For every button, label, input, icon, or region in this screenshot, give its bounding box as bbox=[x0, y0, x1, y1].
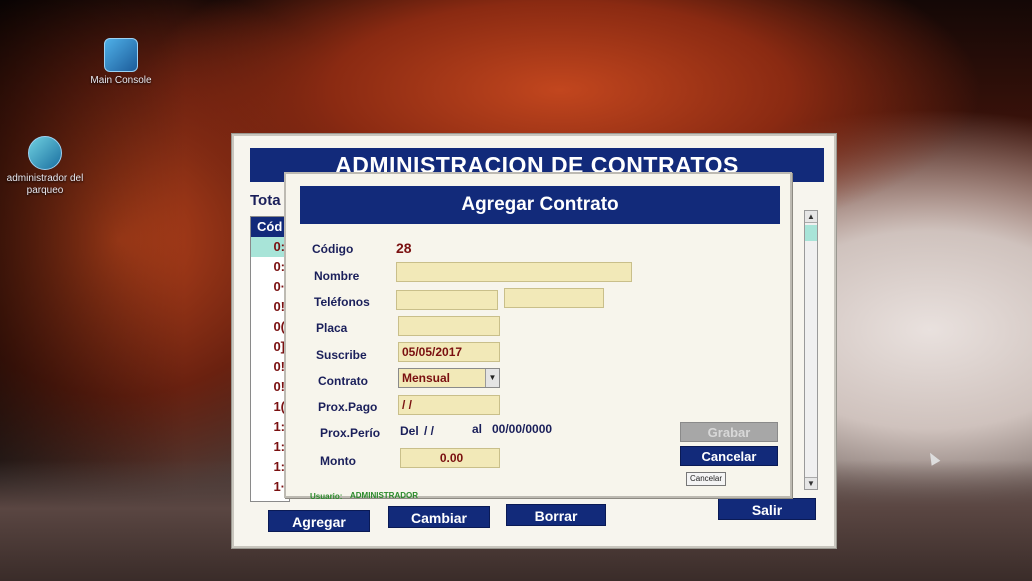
desktop-icon-main-console[interactable]: Main Console bbox=[76, 38, 166, 87]
telefonos-label: Teléfonos bbox=[314, 295, 370, 309]
total-label: Tota bbox=[250, 192, 281, 209]
scroll-up-icon[interactable]: ▲ bbox=[805, 211, 817, 223]
codigo-value: 28 bbox=[396, 240, 412, 256]
contrato-selected-value: Mensual bbox=[402, 371, 451, 385]
exit-button[interactable]: Salir bbox=[718, 498, 816, 520]
list-scrollbar[interactable]: ▲ ▼ bbox=[804, 210, 818, 490]
main-console-icon bbox=[104, 38, 138, 72]
desktop-icon-label: administrador del parqueo bbox=[6, 173, 84, 196]
dialog-title: Agregar Contrato bbox=[300, 186, 780, 224]
scroll-down-icon[interactable]: ▼ bbox=[805, 477, 817, 489]
placa-field[interactable] bbox=[398, 316, 500, 336]
periodo-al-value: 00/00/0000 bbox=[492, 422, 553, 436]
cancel-small-button[interactable]: Cancelar bbox=[686, 472, 726, 486]
change-button[interactable]: Cambiar bbox=[388, 506, 490, 528]
cancel-button[interactable]: Cancelar bbox=[680, 446, 778, 466]
prox-periodo-label: Prox.Perío bbox=[320, 426, 381, 440]
desktop-icon-label: Main Console bbox=[90, 75, 152, 86]
nombre-field[interactable] bbox=[396, 262, 632, 282]
placa-label: Placa bbox=[316, 321, 348, 335]
user-label: Usuario: bbox=[310, 492, 343, 501]
save-button[interactable]: Grabar bbox=[680, 422, 778, 442]
chevron-down-icon[interactable]: ▼ bbox=[485, 369, 499, 387]
periodo-del-value: / / bbox=[424, 424, 435, 438]
prox-pago-label: Prox.Pago bbox=[318, 400, 378, 414]
add-contract-dialog: Agregar Contrato Código 28 Nombre Teléfo… bbox=[284, 172, 792, 501]
periodo-al-label: al bbox=[472, 422, 483, 436]
suscribe-field[interactable]: 05/05/2017 bbox=[398, 342, 500, 362]
monto-field[interactable]: 0.00 bbox=[400, 448, 500, 468]
admin-parqueo-icon bbox=[28, 136, 62, 170]
telefono1-field[interactable] bbox=[396, 290, 498, 310]
user-value: ADMINISTRADOR bbox=[350, 491, 418, 500]
nombre-label: Nombre bbox=[314, 269, 360, 283]
desktop-icon-admin-parqueo[interactable]: administrador del parqueo bbox=[0, 136, 90, 197]
monto-label: Monto bbox=[320, 454, 356, 468]
contrato-select[interactable]: Mensual ▼ bbox=[398, 368, 500, 388]
periodo-del-label: Del bbox=[400, 424, 419, 438]
codigo-label: Código bbox=[312, 242, 354, 256]
monto-value: 0.00 bbox=[439, 451, 464, 465]
contrato-label: Contrato bbox=[318, 374, 368, 388]
prox-pago-field[interactable]: / / bbox=[398, 395, 500, 415]
suscribe-label: Suscribe bbox=[316, 348, 367, 362]
delete-button[interactable]: Borrar bbox=[506, 504, 606, 526]
telefono2-field[interactable] bbox=[504, 288, 604, 308]
add-button[interactable]: Agregar bbox=[268, 510, 370, 532]
selected-row-strip bbox=[805, 225, 817, 241]
